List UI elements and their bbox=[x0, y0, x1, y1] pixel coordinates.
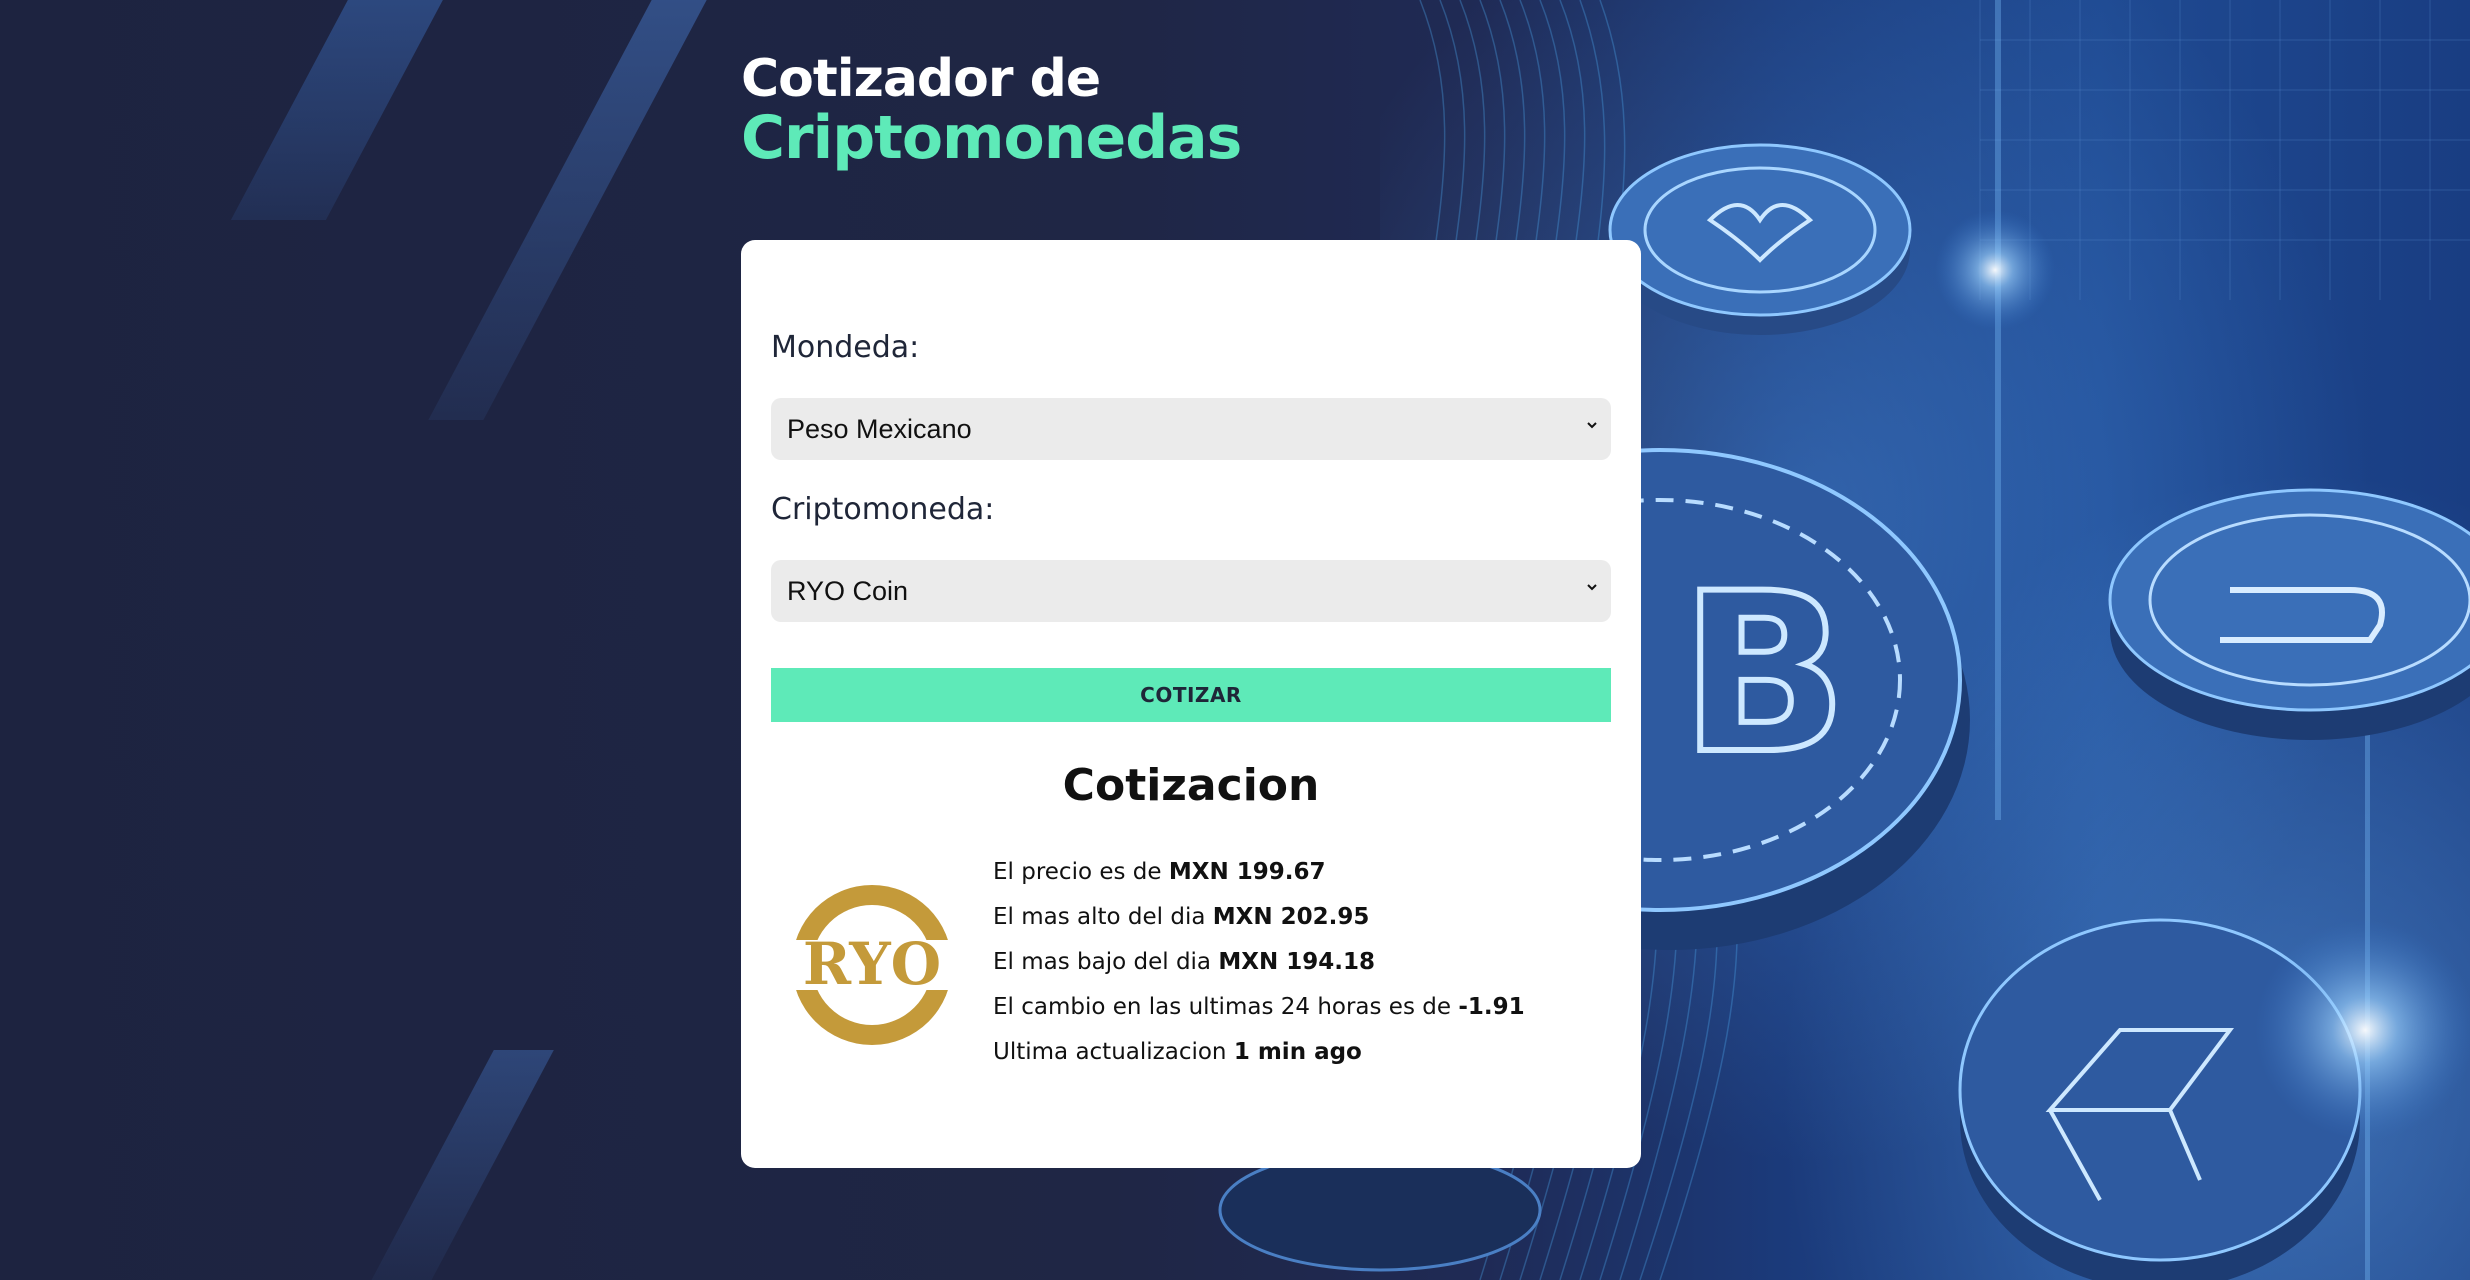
crypto-select[interactable]: RYO Coin bbox=[771, 560, 1611, 622]
low-line: El mas bajo del dia MXN 194.18 bbox=[993, 949, 1375, 975]
high-line: El mas alto del dia MXN 202.95 bbox=[993, 904, 1370, 930]
updated-value: 1 min ago bbox=[1233, 1039, 1362, 1065]
crypto-select-value: RYO Coin bbox=[787, 575, 909, 606]
ryo-coin-logo: RYO bbox=[787, 885, 957, 1045]
price-line: El precio es de MXN 199.67 bbox=[993, 859, 1326, 885]
currency-select-value: Peso Mexicano bbox=[787, 413, 972, 444]
svg-text:B: B bbox=[1680, 546, 1848, 802]
title-line-2: Criptomonedas bbox=[741, 102, 1242, 173]
updated-line: Ultima actualizacion 1 min ago bbox=[993, 1039, 1362, 1065]
crypto-label: Criptomoneda: bbox=[771, 492, 995, 527]
high-value: MXN 202.95 bbox=[1212, 904, 1370, 930]
low-value: MXN 194.18 bbox=[1218, 949, 1375, 975]
price-value: MXN 199.67 bbox=[1168, 859, 1326, 885]
cotizar-button[interactable]: COTIZAR bbox=[771, 668, 1611, 722]
title-line-1: Cotizador de bbox=[741, 49, 1101, 109]
chevron-down-icon bbox=[1587, 584, 1597, 591]
currency-label: Mondeda: bbox=[771, 330, 920, 365]
currency-select[interactable]: Peso Mexicano bbox=[771, 398, 1611, 460]
page-title: Cotizador de Criptomonedas bbox=[741, 49, 1242, 173]
change-value: -1.91 bbox=[1458, 994, 1525, 1020]
result-title: Cotizacion bbox=[1062, 760, 1320, 811]
quote-details: El precio es de MXN 199.67 El mas alto d… bbox=[993, 850, 1525, 1075]
change-line: El cambio en las ultimas 24 horas es de … bbox=[993, 994, 1525, 1020]
quote-form-card: Mondeda: Peso Mexicano Criptomoneda: RYO… bbox=[741, 240, 1641, 1168]
chevron-down-icon bbox=[1587, 422, 1597, 429]
ryo-logo-text: RYO bbox=[803, 930, 941, 998]
